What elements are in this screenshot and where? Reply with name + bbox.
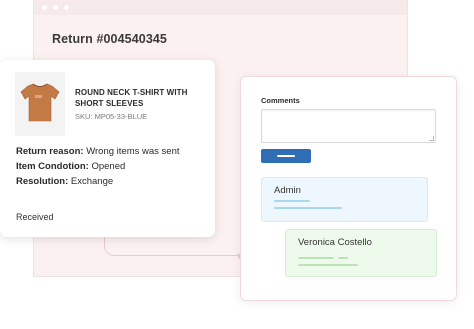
comment-text-placeholder [298,257,334,259]
product-name: ROUND NECK T-SHIRT WITH SHORT SLEEVES [75,88,188,108]
comment-input[interactable] [261,109,436,143]
item-condition-value: Opened [91,161,126,172]
comment-author: Admin [274,185,301,196]
product-sku: SKU: MP05-33-BLUE [75,112,148,121]
product-card: ROUND NECK T-SHIRT WITH SHORT SLEEVES SK… [0,60,215,237]
product-image [15,72,65,136]
window-dot-icon [64,5,69,10]
resize-handle-icon[interactable] [429,136,434,141]
status-text: Received [16,212,54,222]
return-reason-value: Wrong items was sent [86,146,180,157]
item-condition-row: Item Condotion: Opened [16,161,125,172]
page-title: Return #004540345 [52,32,167,46]
resolution-label: Resolution: [16,176,69,187]
resolution-row: Resolution: Exchange [16,176,113,187]
comment-text-placeholder [338,257,348,259]
return-reason-row: Return reason: Wrong items was sent [16,146,180,157]
return-reason-label: Return reason: [16,146,84,157]
window-dot-icon [53,5,58,10]
comment-text-placeholder [274,200,310,202]
comments-panel: Comments Admin Veronica Costello [240,76,457,301]
comments-label: Comments [261,96,300,105]
comment-author: Veronica Costello [298,237,372,248]
comment-item: Veronica Costello [285,229,437,277]
resolution-value: Exchange [70,176,114,187]
item-condition-label: Item Condotion: [16,161,89,172]
window-titlebar [34,0,407,15]
submit-comment-button[interactable] [261,149,311,163]
tshirt-icon [20,81,60,128]
comment-item: Admin [261,177,428,222]
window-dot-icon [42,5,47,10]
button-label-placeholder [277,155,295,157]
comment-text-placeholder [274,207,342,209]
comment-text-placeholder [298,264,358,266]
